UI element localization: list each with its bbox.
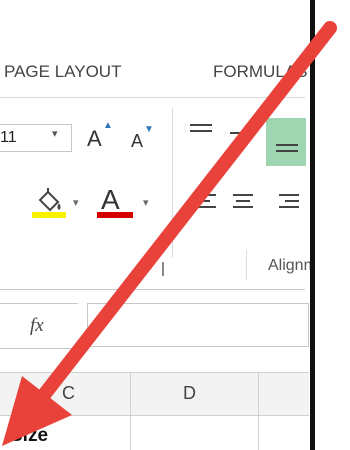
dialog-launcher-icon[interactable] <box>162 262 164 276</box>
caret-down-icon: ▼ <box>144 124 154 135</box>
excel-screenshot: PAGE LAYOUT FORMULAS 11 ▾ A ▲ A ▼ ▾ A ▾ <box>0 0 350 450</box>
font-size-select[interactable]: 11 ▾ <box>0 124 72 152</box>
align-bottom-button[interactable] <box>266 118 306 166</box>
cell-divider <box>258 416 259 450</box>
tab-formulas[interactable]: FORMULAS <box>213 62 310 82</box>
caret-up-icon: ▲ <box>103 120 113 131</box>
font-size-value: 11 <box>0 129 17 146</box>
font-color-swatch <box>97 212 133 218</box>
cell-divider <box>130 416 131 450</box>
formula-input[interactable] <box>87 303 309 347</box>
cell-c1[interactable]: Size <box>10 425 48 447</box>
column-divider[interactable] <box>130 373 131 417</box>
align-center-icon[interactable] <box>233 194 255 210</box>
chevron-down-icon[interactable]: ▾ <box>143 196 149 209</box>
insert-function-button[interactable]: fx <box>30 315 44 337</box>
ribbon-divider <box>0 97 305 98</box>
decrease-font-size-button[interactable]: A <box>131 131 143 152</box>
align-right-icon[interactable] <box>279 194 301 210</box>
align-middle-icon[interactable] <box>230 130 252 146</box>
chevron-down-icon[interactable]: ▾ <box>73 196 79 209</box>
table-row: Size <box>0 416 309 450</box>
align-left-icon[interactable] <box>196 194 218 210</box>
fill-color-swatch <box>32 212 66 218</box>
group-separator <box>172 108 173 258</box>
column-header-row: C D <box>0 372 309 417</box>
align-top-icon[interactable] <box>190 124 212 140</box>
ribbon-bottom-border <box>0 289 305 290</box>
alignment-group-label: Alignment <box>268 257 310 274</box>
group-separator <box>246 250 247 280</box>
align-bottom-icon <box>276 144 298 160</box>
column-divider[interactable] <box>258 373 259 417</box>
increase-font-size-button[interactable]: A <box>87 126 102 152</box>
chevron-down-icon: ▾ <box>52 128 58 140</box>
tab-page-layout[interactable]: PAGE LAYOUT <box>4 62 121 82</box>
column-header-d[interactable]: D <box>183 383 196 404</box>
column-header-c[interactable]: C <box>62 383 75 404</box>
background-area <box>315 0 350 450</box>
